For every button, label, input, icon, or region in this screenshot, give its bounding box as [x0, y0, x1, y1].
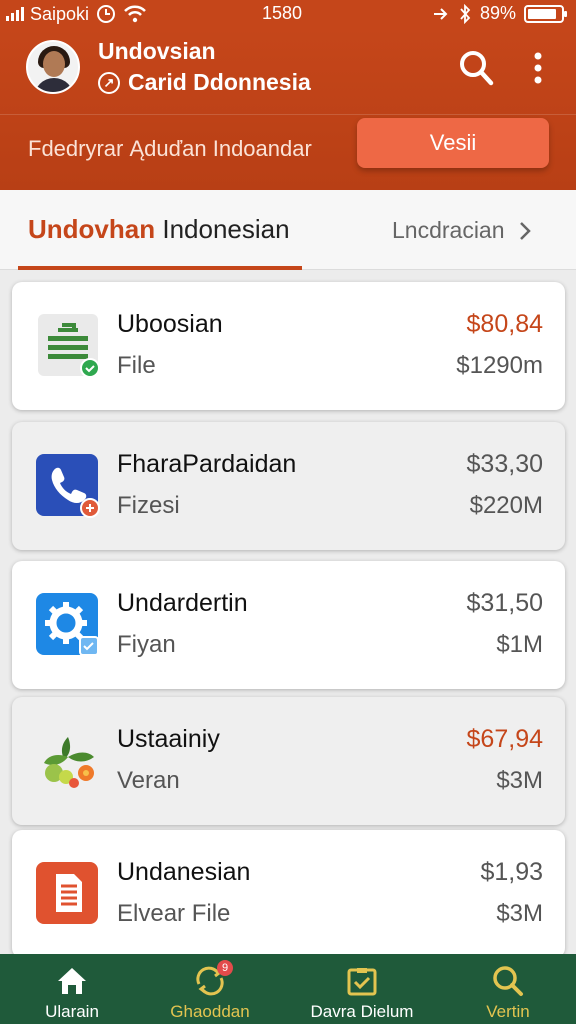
nav-item-search[interactable]: Vertin [460, 954, 556, 1024]
user-name: Undovsian [98, 38, 216, 64]
header-divider [0, 114, 576, 115]
nav-label: Davra Dielum [310, 1002, 414, 1021]
battery-percent: 89% [479, 3, 516, 23]
nav-item-refresh[interactable]: 9 Ghaoddan [152, 954, 268, 1024]
nav-label: Vertin [486, 1002, 530, 1021]
status-bar: Saipoki 1580 89% [0, 0, 576, 28]
cta-button[interactable]: Vesii [357, 118, 549, 168]
list-item[interactable]: Undardertin Fiyan $31,50 $1M [12, 561, 565, 689]
item-price: $33,30 [466, 450, 543, 478]
bottom-nav: Ularain 9 Ghaoddan Davra Dielum Vertin [0, 954, 576, 1024]
nav-item-checklist[interactable]: Davra Dielum [300, 954, 424, 1024]
item-subtitle: File [117, 352, 156, 379]
carrier-name: Saipoki [30, 3, 90, 24]
location-arrow-icon [433, 7, 448, 20]
more-options-button[interactable] [526, 48, 550, 88]
bluetooth-icon [460, 3, 471, 24]
item-title: Uboosian [117, 310, 223, 338]
tab-active[interactable]: Undovhan Indonesian [28, 214, 290, 245]
user-subtitle-text: Carid Ddonnesia [128, 69, 311, 95]
item-title: Undardertin [117, 589, 248, 617]
tab-secondary-label: Lncdracian [392, 217, 505, 243]
document-check-icon [36, 312, 100, 378]
chevron-right-icon [519, 221, 531, 240]
item-title: Ustaainiy [117, 725, 220, 753]
item-subtitle: Fizesi [117, 492, 180, 519]
list-item[interactable]: Ustaainiy Veran $67,94 $3M [12, 697, 565, 825]
item-size: $1M [496, 631, 543, 658]
notification-badge: 9 [217, 960, 233, 976]
item-price: $80,84 [466, 310, 543, 338]
nav-label: Ghaoddan [170, 1002, 250, 1021]
checklist-icon [347, 968, 377, 996]
wifi-icon [124, 5, 146, 23]
search-button[interactable] [456, 48, 496, 88]
banner-text: Fdedryrar Ąduďan Indoandar [28, 136, 312, 161]
phone-icon [36, 452, 100, 518]
gear-icon [36, 591, 100, 657]
list-item[interactable]: FharaPardaidan Fizesi $33,30 $220M [12, 422, 565, 550]
item-price: $31,50 [466, 589, 543, 617]
tab-active-label-part1: Undovhan [28, 214, 156, 244]
tab-secondary[interactable]: Lncdracian [392, 217, 531, 244]
battery-fill [528, 8, 557, 19]
plant-icon [36, 727, 100, 793]
avatar[interactable] [26, 40, 80, 94]
item-size: $3M [496, 900, 543, 927]
status-time: 1580 [262, 3, 303, 23]
item-size: $220M [469, 492, 543, 519]
battery-icon [524, 4, 567, 23]
tab-bar: Undovhan Indonesian Lncdracian [0, 190, 576, 270]
item-price: $1,93 [480, 858, 543, 886]
item-subtitle: Elvear File [117, 900, 231, 927]
user-subtitle: ↗ Carid Ddonnesia [98, 69, 311, 96]
clock-icon [97, 5, 116, 23]
nav-label: Ularain [45, 1002, 99, 1021]
app-header: Undovsian ↗ Carid Ddonnesia Fdedryrar Ąd… [0, 28, 576, 190]
item-size: $3M [496, 767, 543, 794]
home-icon [58, 968, 86, 994]
item-subtitle: Veran [117, 767, 180, 794]
tab-indicator [18, 266, 302, 270]
refresh-icon-wrap: 9 [193, 960, 233, 998]
list-item[interactable]: Uboosian File $80,84 $1290m [12, 282, 565, 410]
signal-icon [6, 7, 24, 21]
list-item[interactable]: Undanesian Elvear File $1,93 $3M [12, 830, 565, 958]
nav-item-home[interactable]: Ularain [18, 954, 126, 1024]
file-icon [36, 860, 100, 926]
link-icon: ↗ [98, 71, 120, 94]
status-left: Saipoki [6, 3, 147, 25]
item-size: $1290m [456, 352, 543, 379]
item-title: FharaPardaidan [117, 450, 297, 478]
item-title: Undanesian [117, 858, 251, 886]
tab-active-label-part2: Indonesian [162, 214, 290, 244]
item-subtitle: Fiyan [117, 631, 176, 658]
item-price: $67,94 [466, 725, 543, 753]
status-right: 89% [432, 3, 567, 24]
search-icon [493, 966, 523, 996]
